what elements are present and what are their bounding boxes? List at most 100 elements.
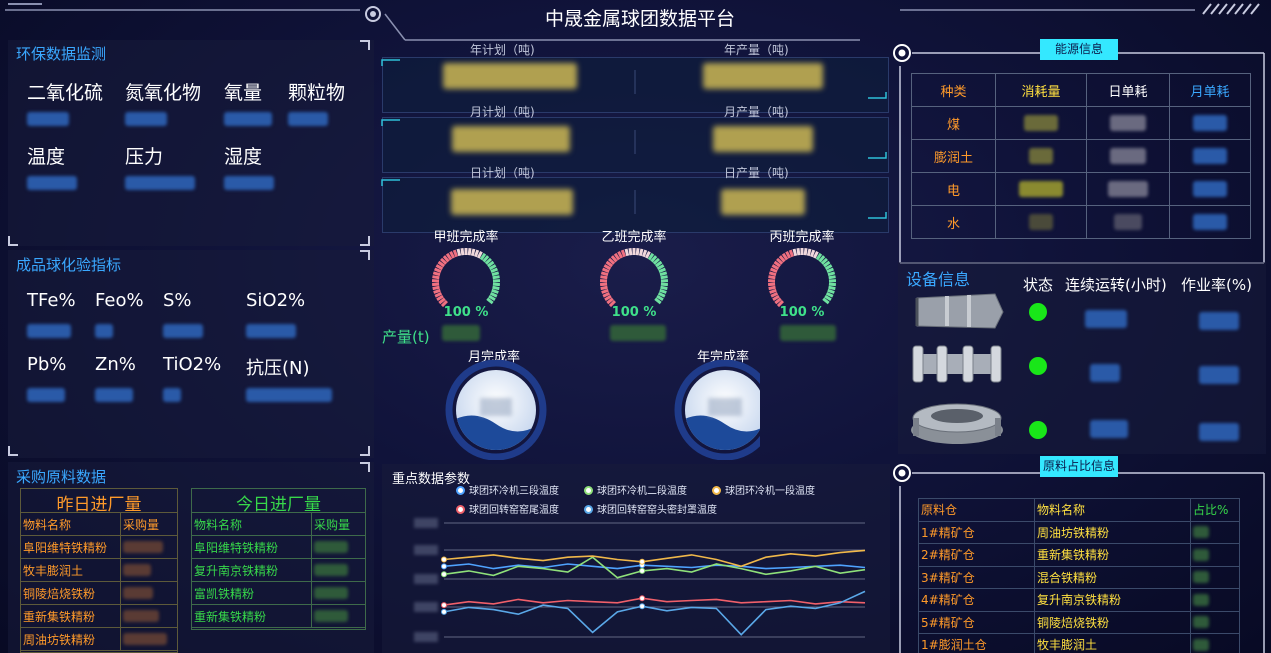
legend-dot	[456, 486, 465, 495]
legend-label: 球团环冷机一段温度	[725, 486, 815, 497]
table-row: 铜陵焙烧铁粉	[20, 581, 178, 605]
params-chart	[414, 518, 866, 642]
gauge-tick	[600, 285, 608, 291]
value-blur	[1193, 181, 1227, 197]
gauge-tick	[489, 291, 498, 298]
ratio-bin: 1#精矿仓	[918, 520, 1035, 544]
env-label-temp: 温度	[27, 146, 66, 168]
value-blur	[123, 564, 151, 576]
table-row: 1#膨润土仓 牧丰膨润土	[918, 633, 1240, 653]
ratio-material: 铜陵焙烧铁粉	[1034, 610, 1191, 634]
ring-cooler-icon	[911, 403, 1003, 444]
quality-value-blur	[95, 324, 113, 338]
gauge-tick	[827, 288, 835, 294]
table-row: 阜阳维特铁精粉	[191, 535, 366, 559]
table-row: 重新集铁精粉	[20, 604, 178, 628]
run-hours-blur	[1090, 420, 1128, 438]
gauge-tick	[492, 275, 500, 280]
ratio-bin: 2#精矿仓	[918, 543, 1035, 567]
today-item: 重新集铁精粉	[191, 604, 312, 628]
ratio-bin: 3#精矿仓	[918, 565, 1035, 589]
table-row: 5#精矿仓 铜陵焙烧铁粉	[918, 610, 1240, 634]
gauge-tick	[473, 249, 480, 258]
env-label-nox: 氮氧化物	[125, 82, 202, 104]
gauge-tick	[767, 282, 776, 287]
gauge-tick	[660, 275, 668, 280]
gauge-tick	[620, 249, 627, 258]
quality-label-tio2: TiO2%	[163, 354, 222, 375]
series-point	[639, 603, 646, 610]
gauge-tick	[659, 271, 668, 277]
quality-value-blur	[246, 324, 296, 338]
value-blur	[123, 541, 163, 553]
env-value-blur	[288, 112, 328, 126]
status-dot	[1029, 357, 1047, 375]
table-row: 牧丰膨润土	[20, 558, 178, 582]
ratio-material: 混合铁精粉	[1034, 565, 1191, 589]
legend-dot	[584, 505, 593, 514]
year-output-value	[703, 63, 823, 89]
yesterday-item: 牧丰膨润土	[20, 558, 121, 582]
today-table: 物料名称 采购量 阜阳维特铁精粉 复升南京铁精粉 富凯铁精粉 重新集铁精粉	[191, 512, 366, 628]
corner-deco	[360, 40, 370, 50]
month-output-label: 月产量（吨)	[724, 105, 789, 119]
energy-col-consumption: 消耗量	[994, 73, 1088, 107]
corner-deco	[8, 236, 18, 246]
gauge-tick	[452, 249, 459, 258]
kiln-icon	[915, 293, 1004, 329]
gauge-tick	[768, 275, 776, 280]
env-label-particulate: 颗粒物	[288, 82, 346, 104]
gauge-tick	[770, 267, 778, 274]
output-value-blur	[610, 325, 666, 341]
year-plan-value	[443, 63, 577, 89]
year-output-label: 年产量（吨)	[724, 43, 789, 57]
table-row: 2#精矿仓 重新集铁精粉	[918, 543, 1240, 567]
series-point	[639, 595, 646, 602]
gauge-tick	[660, 282, 669, 287]
value-blur	[314, 541, 348, 553]
month-plan-label: 月计划（吨)	[470, 105, 535, 119]
day-plan-value	[451, 189, 573, 215]
env-value-blur	[27, 176, 77, 190]
shift-c-pct: 100 %	[779, 305, 825, 320]
output-value-blur	[780, 325, 836, 341]
gauge-tick	[470, 248, 476, 257]
energy-title: 能源信息	[1040, 39, 1118, 60]
quality-label-sio2: SiO2%	[246, 290, 306, 311]
gauge-tick	[809, 249, 816, 258]
value-blur	[1193, 548, 1209, 561]
shift-b-pct: 100 %	[611, 305, 657, 320]
day-output-value	[721, 189, 805, 215]
value-blur	[1114, 214, 1143, 230]
gauge-tick	[492, 285, 500, 291]
ratio-material: 重新集铁精粉	[1034, 543, 1191, 567]
value-blur	[1029, 148, 1054, 164]
yesterday-table: 物料名称 采购量 阜阳维特铁精粉 牧丰膨润土 铜陵焙烧铁粉 重新集铁精粉 周油坊铁…	[20, 512, 178, 651]
gauge-tick	[659, 288, 667, 294]
table-row: 周油坊铁精粉	[20, 627, 178, 651]
purchase-title: 采购原料数据	[16, 468, 107, 486]
today-col-name: 物料名称	[191, 512, 312, 536]
today-item: 阜阳维特铁精粉	[191, 535, 312, 559]
ratio-bin: 5#精矿仓	[918, 610, 1035, 634]
energy-type: 煤	[911, 106, 996, 140]
quality-value-blur	[163, 324, 203, 338]
energy-col-type: 种类	[911, 73, 996, 107]
year-plan-label: 年计划（吨)	[470, 43, 535, 57]
gauge-tick	[600, 275, 608, 280]
gauge-needle	[463, 279, 479, 295]
value-blur	[314, 587, 348, 599]
gauge-tick	[796, 248, 801, 256]
env-value-blur	[125, 112, 167, 126]
corner-deco	[360, 462, 370, 472]
corner-deco	[360, 250, 370, 260]
today-col-amount: 采购量	[311, 512, 366, 536]
gauge-tick	[803, 248, 808, 256]
gauge-tick	[434, 267, 442, 274]
rate-blur	[1199, 423, 1239, 441]
corner-deco	[360, 236, 370, 246]
table-row: 3#精矿仓 混合铁精粉	[918, 565, 1240, 589]
gauge-tick	[768, 285, 776, 291]
today-item: 复升南京铁精粉	[191, 558, 312, 582]
value-blur	[1193, 214, 1227, 230]
